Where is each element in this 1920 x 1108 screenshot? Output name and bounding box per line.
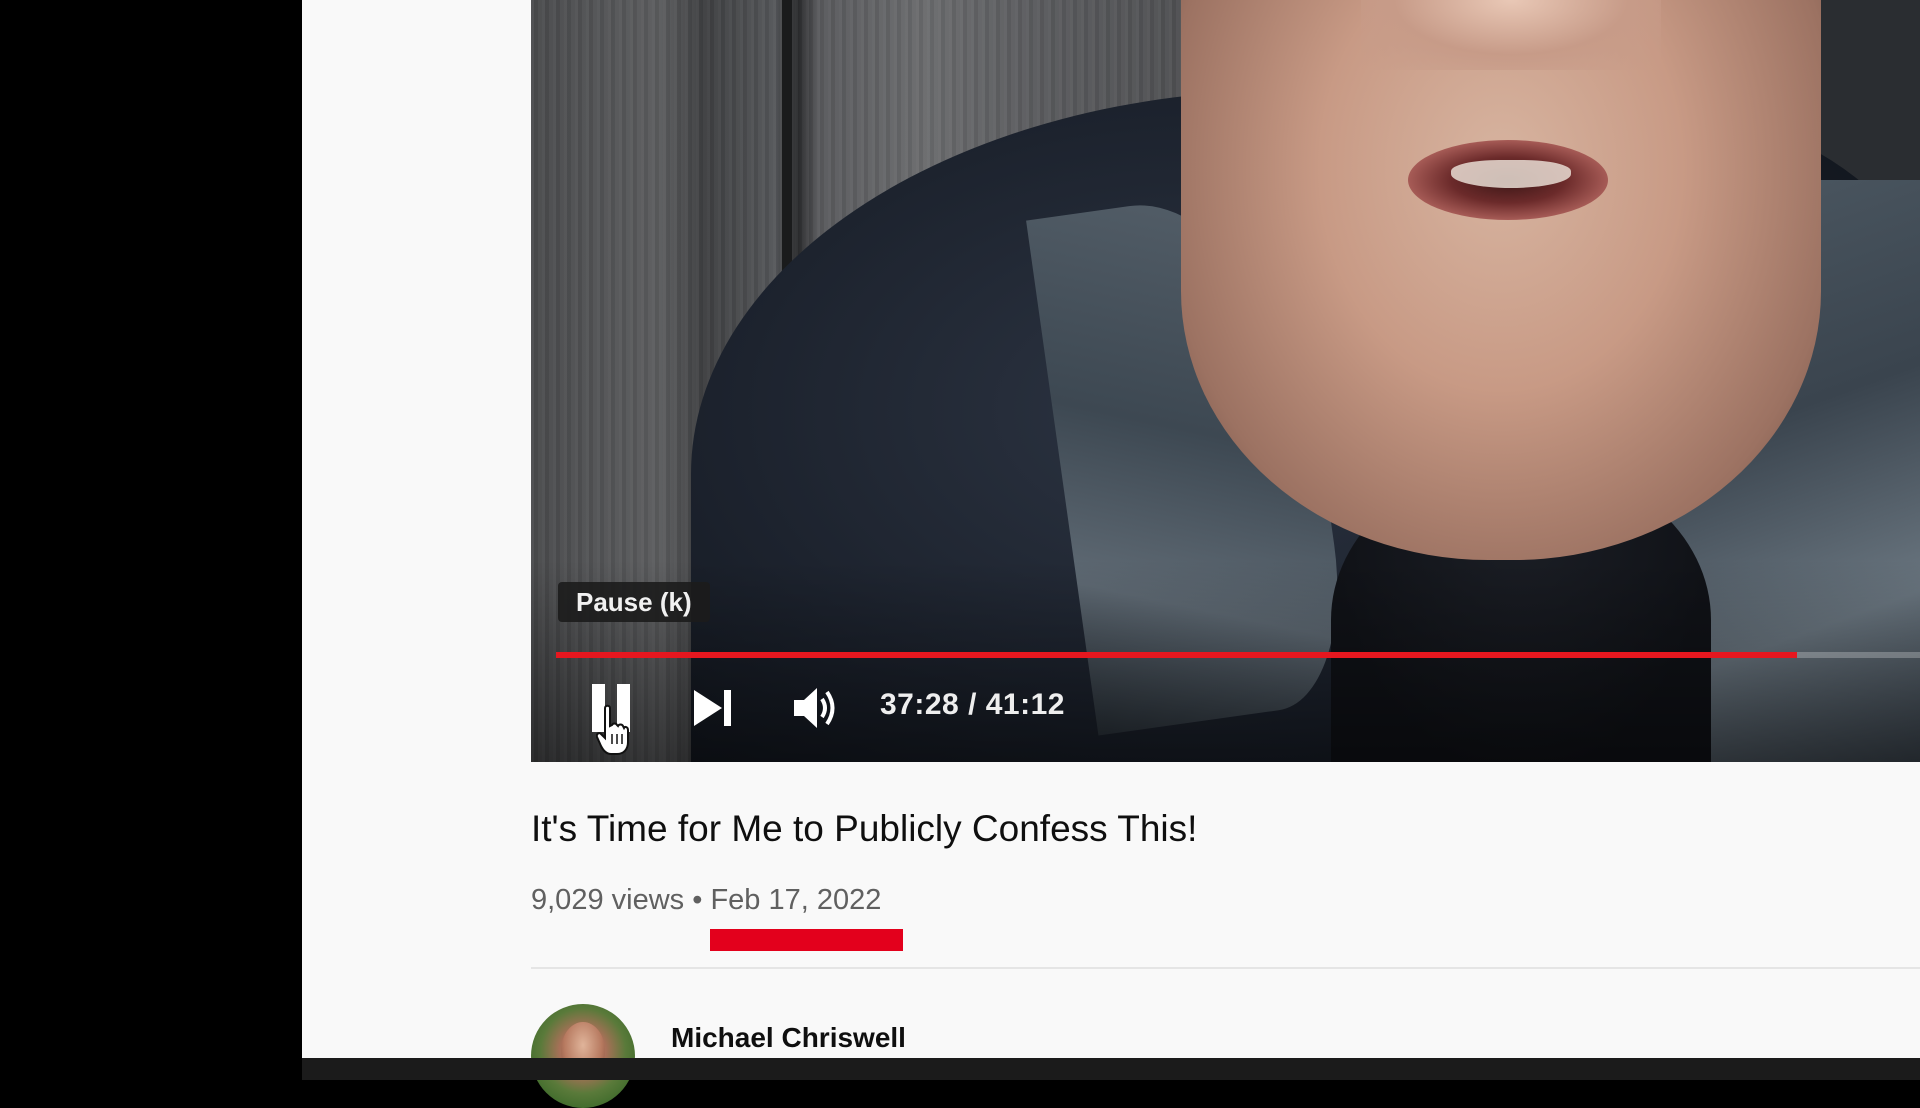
progress-bar-played xyxy=(556,652,1798,658)
time-display: 37:28 / 41:12 xyxy=(880,688,1065,721)
view-count: 9,029 views xyxy=(531,884,685,916)
upload-date: Feb 17, 2022 xyxy=(710,884,882,916)
pause-tooltip: Pause (k) xyxy=(558,582,710,622)
channel-name[interactable]: Michael Chriswell xyxy=(671,1022,906,1054)
date-highlight-underline xyxy=(710,929,903,951)
video-title: It's Time for Me to Publicly Confess Thi… xyxy=(531,808,1198,849)
video-frame-teeth xyxy=(1451,160,1571,188)
video-player[interactable] xyxy=(531,0,1920,762)
skip-next-icon xyxy=(694,690,731,726)
video-frame-nose xyxy=(1361,0,1661,70)
volume-icon xyxy=(794,688,835,728)
video-frame-face xyxy=(1181,0,1821,560)
bottom-strip xyxy=(302,1058,1920,1080)
channel-avatar[interactable] xyxy=(531,1004,635,1108)
left-black-margin xyxy=(0,0,302,1080)
hand-cursor-icon xyxy=(596,704,629,755)
section-divider xyxy=(531,967,1920,969)
progress-bar[interactable] xyxy=(556,652,1920,658)
next-button[interactable] xyxy=(690,680,740,736)
volume-button[interactable] xyxy=(790,680,842,736)
video-meta: 9,029 views • Feb 17, 2022 xyxy=(531,884,881,917)
meta-separator: • xyxy=(692,884,703,916)
